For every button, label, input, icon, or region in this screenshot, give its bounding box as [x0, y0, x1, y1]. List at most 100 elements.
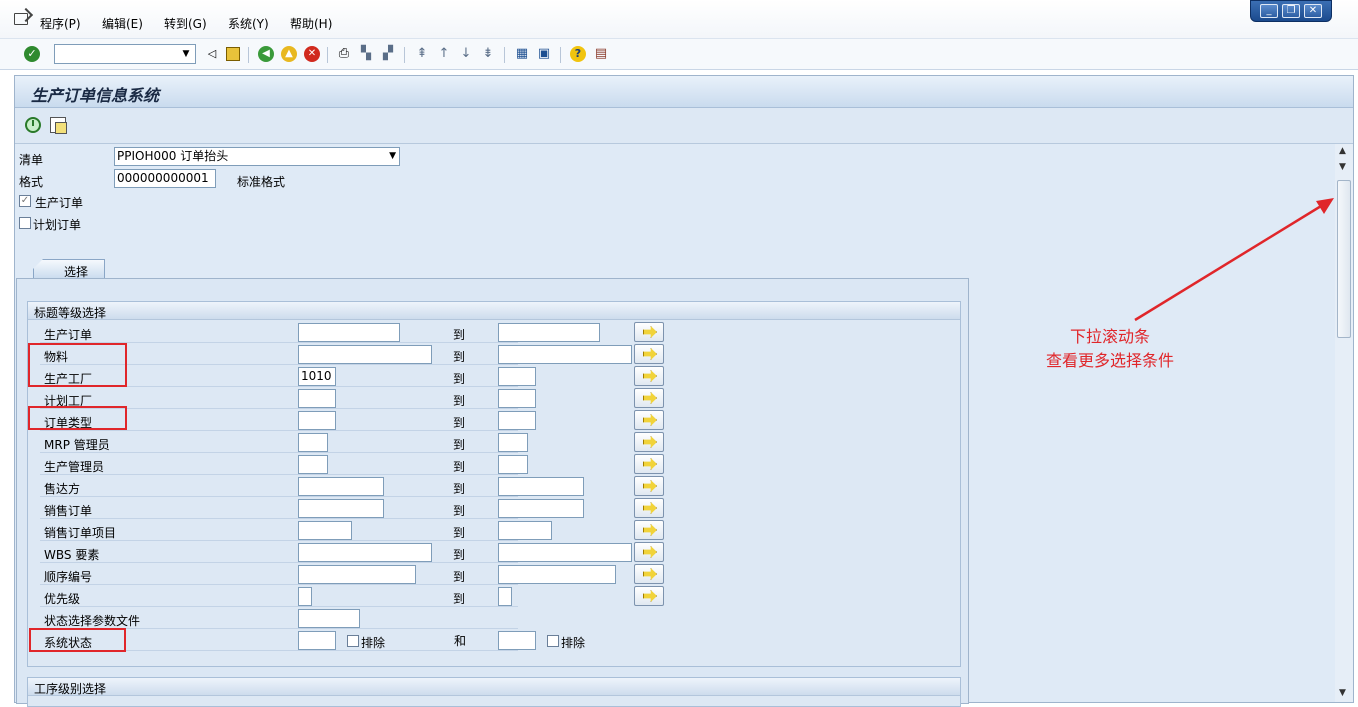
exclude-label: 排除	[561, 636, 586, 650]
selection-from-input[interactable]	[298, 609, 360, 628]
enter-check-icon[interactable]: ✓	[24, 46, 40, 62]
to-label: 到	[453, 504, 466, 518]
selection-from-input[interactable]	[298, 477, 384, 496]
selection-to-input[interactable]	[498, 477, 584, 496]
multiple-selection-button[interactable]	[634, 344, 664, 364]
to-label: 到	[453, 328, 466, 342]
execute-icon[interactable]	[25, 117, 41, 133]
close-button[interactable]: ✕	[1304, 4, 1322, 18]
list-value: PPIOH000 订单抬头	[117, 149, 229, 163]
to-label: 到	[453, 570, 466, 584]
cancel-icon[interactable]: ✕	[304, 46, 320, 62]
selection-from-input[interactable]	[298, 565, 416, 584]
group-header: 标题等级选择	[28, 302, 960, 320]
get-variant-icon[interactable]	[50, 117, 67, 134]
selection-from-input[interactable]	[298, 433, 328, 452]
main-frame: 生产订单信息系统 清单 PPIOH000 订单抬头 ▼ 格式 000000000…	[14, 75, 1354, 707]
find-icon[interactable]: ▚	[358, 46, 374, 62]
new-session-icon[interactable]: ▦	[514, 46, 530, 62]
restore-button[interactable]: ❐	[1282, 4, 1300, 18]
multiple-selection-button[interactable]	[634, 410, 664, 430]
scroll-up-icon[interactable]: ▲	[1339, 146, 1346, 156]
selection-from-input[interactable]	[298, 521, 352, 540]
to-label: 到	[453, 394, 466, 408]
minimize-button[interactable]: _	[1260, 4, 1278, 18]
selection-to-input[interactable]	[498, 433, 528, 452]
selection-to-input[interactable]	[498, 543, 632, 562]
last-page-icon[interactable]: ⇟	[480, 46, 496, 62]
multiple-selection-button[interactable]	[634, 454, 664, 474]
selection-from-input[interactable]	[298, 411, 336, 430]
selection-from-input[interactable]	[298, 455, 328, 474]
prod-order-checkbox[interactable]: ✓	[19, 195, 31, 207]
selection-row-label: 顺序编号	[44, 570, 93, 584]
selection-from-input[interactable]	[298, 323, 400, 342]
selection-to-input[interactable]	[498, 521, 552, 540]
group-title: 工序级别选择	[34, 682, 107, 696]
back-icon[interactable]: ◀	[258, 46, 274, 62]
selection-to-input[interactable]	[498, 345, 632, 364]
layout-menu-icon[interactable]: ▤	[593, 46, 609, 62]
scroll-down-small-icon[interactable]: ▼	[1339, 162, 1346, 172]
multiple-selection-button[interactable]	[634, 366, 664, 386]
previous-page-icon[interactable]: ↑	[436, 46, 452, 62]
and-label: 和	[454, 634, 467, 648]
arrow-right-icon	[643, 414, 657, 426]
next-page-icon[interactable]: ↓	[458, 46, 474, 62]
selection-to-input[interactable]	[498, 587, 512, 606]
exit-icon[interactable]: ▲	[281, 46, 297, 62]
app-menu-icon[interactable]	[14, 13, 28, 25]
list-select[interactable]: PPIOH000 订单抬头 ▼	[114, 147, 400, 166]
command-field[interactable]: ▼	[54, 44, 196, 64]
multiple-selection-button[interactable]	[634, 586, 664, 606]
menu-system[interactable]: 系统(Y)	[228, 15, 269, 32]
multiple-selection-button[interactable]	[634, 322, 664, 342]
selection-to-input[interactable]	[498, 367, 536, 386]
selection-to-input[interactable]	[498, 631, 536, 650]
first-page-icon[interactable]: ⇞	[414, 46, 430, 62]
selection-from-input[interactable]: 1010	[298, 367, 336, 386]
save-icon[interactable]	[225, 46, 241, 62]
multiple-selection-button[interactable]	[634, 388, 664, 408]
exclude-checkbox[interactable]	[547, 635, 559, 647]
selection-to-input[interactable]	[498, 565, 616, 584]
selection-from-input[interactable]	[298, 631, 336, 650]
menu-edit[interactable]: 编辑(E)	[102, 15, 143, 32]
menu-program[interactable]: 程序(P)	[40, 15, 81, 32]
selection-to-input[interactable]	[498, 323, 600, 342]
selection-from-input[interactable]	[298, 587, 312, 606]
back-history-icon[interactable]: ◁	[204, 46, 220, 62]
selection-to-input[interactable]	[498, 499, 584, 518]
chevron-down-icon[interactable]: ▼	[179, 47, 193, 61]
selection-to-input[interactable]	[498, 455, 528, 474]
selection-to-input[interactable]	[498, 411, 536, 430]
selection-from-input[interactable]	[298, 345, 432, 364]
chevron-down-icon[interactable]: ▼	[389, 148, 396, 165]
multiple-selection-button[interactable]	[634, 476, 664, 496]
selection-from-input[interactable]	[298, 543, 432, 562]
menu-goto[interactable]: 转到(G)	[164, 15, 207, 32]
planned-order-label: 计划订单	[33, 218, 82, 232]
selection-row-label: WBS 要素	[44, 548, 100, 562]
print-icon[interactable]: ⎙	[336, 46, 352, 62]
selection-from-input[interactable]	[298, 389, 336, 408]
planned-order-checkbox[interactable]	[19, 217, 31, 229]
find-next-icon[interactable]: ▞	[380, 46, 396, 62]
arrow-right-icon	[643, 370, 657, 382]
menu-help[interactable]: 帮助(H)	[290, 15, 332, 32]
help-icon[interactable]: ?	[570, 46, 586, 62]
multiple-selection-button[interactable]	[634, 542, 664, 562]
arrow-right-icon	[643, 590, 657, 602]
multiple-selection-button[interactable]	[634, 564, 664, 584]
multiple-selection-button[interactable]	[634, 498, 664, 518]
multiple-selection-button[interactable]	[634, 520, 664, 540]
selection-from-input[interactable]	[298, 499, 384, 518]
exclude-checkbox[interactable]	[347, 635, 359, 647]
tab-selection[interactable]: 选择	[33, 259, 105, 279]
shortcut-icon[interactable]: ▣	[536, 46, 552, 62]
layout-input[interactable]: 000000000001	[114, 169, 216, 188]
arrow-right-icon	[643, 392, 657, 404]
selection-to-input[interactable]	[498, 389, 536, 408]
multiple-selection-button[interactable]	[634, 432, 664, 452]
scroll-down-icon[interactable]: ▼	[1339, 688, 1346, 698]
